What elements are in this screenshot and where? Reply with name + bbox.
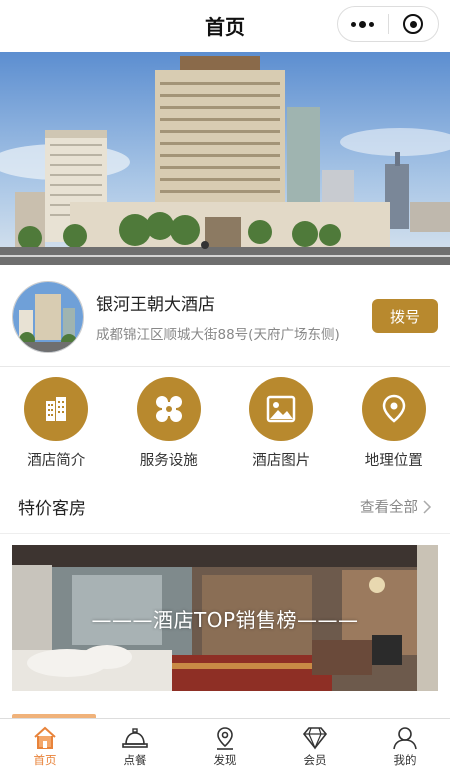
dining-bell-icon xyxy=(122,728,148,748)
section-title: 特价客房 xyxy=(18,499,86,519)
room-card[interactable]: ———酒店TOP销售榜——— xyxy=(12,545,438,691)
tab-label: 点餐 xyxy=(123,753,147,767)
page: 首页 银河王朝大酒店 成都锦江区顺城大街88号(天府广场东侧) 拨号 酒店简介 … xyxy=(0,0,450,775)
menu-item-hotel-photos[interactable]: 酒店图片 xyxy=(225,368,338,474)
clover-icon xyxy=(136,377,201,441)
page-title: 首页 xyxy=(205,14,245,39)
more-button[interactable] xyxy=(338,7,388,41)
tab-label: 我的 xyxy=(393,753,417,767)
tab-label: 会员 xyxy=(303,753,327,767)
tab-bar: 首页 点餐 发现 会员 我的 xyxy=(0,718,450,775)
call-button[interactable]: 拨号 xyxy=(372,299,438,333)
view-all-label: 查看全部 xyxy=(360,500,418,516)
tab-discover[interactable]: 发现 xyxy=(180,719,270,775)
user-icon xyxy=(393,727,417,750)
more-dots-icon xyxy=(351,20,375,28)
special-rooms-header: 特价客房 查看全部 xyxy=(0,484,450,530)
building-icon xyxy=(24,377,89,441)
menu-label: 酒店图片 xyxy=(252,453,311,469)
tab-mine[interactable]: 我的 xyxy=(360,719,450,775)
hotel-address: 成都锦江区顺城大街88号(天府广场东侧) xyxy=(96,327,340,343)
close-button[interactable] xyxy=(389,7,439,41)
location-pin-icon xyxy=(361,377,426,441)
tab-member[interactable]: 会员 xyxy=(270,719,360,775)
hotel-banner-image[interactable] xyxy=(0,52,450,265)
view-all-link[interactable]: 查看全部 xyxy=(360,496,432,517)
section-divider xyxy=(0,533,450,534)
room-card-caption: ———酒店TOP销售榜——— xyxy=(91,607,359,632)
nav-bar: 首页 xyxy=(0,0,450,50)
tab-label: 首页 xyxy=(33,753,57,767)
hotel-info: 银河王朝大酒店 成都锦江区顺城大街88号(天府广场东侧) 拨号 xyxy=(0,265,450,367)
diamond-icon xyxy=(302,727,328,750)
mini-program-capsule xyxy=(337,6,439,42)
tab-label: 发现 xyxy=(213,753,237,767)
menu-item-facilities[interactable]: 服务设施 xyxy=(113,368,226,474)
tab-home[interactable]: 首页 xyxy=(0,719,90,775)
close-target-icon xyxy=(403,14,424,34)
menu-label: 酒店简介 xyxy=(27,453,86,469)
menu-item-hotel-intro[interactable]: 酒店简介 xyxy=(0,368,113,474)
map-pin-icon xyxy=(217,727,233,750)
hotel-avatar xyxy=(12,281,84,353)
picture-icon xyxy=(249,377,314,441)
tab-order-food[interactable]: 点餐 xyxy=(90,719,180,775)
chevron-right-icon xyxy=(423,499,432,514)
hotel-name: 银河王朝大酒店 xyxy=(96,295,215,315)
quick-menu: 酒店简介 服务设施 酒店图片 地理位置 xyxy=(0,368,450,474)
carousel-indicator-dot[interactable] xyxy=(201,241,209,249)
menu-label: 服务设施 xyxy=(139,453,198,469)
menu-label: 地理位置 xyxy=(364,453,423,469)
menu-item-location[interactable]: 地理位置 xyxy=(338,368,450,474)
home-icon xyxy=(34,726,56,749)
